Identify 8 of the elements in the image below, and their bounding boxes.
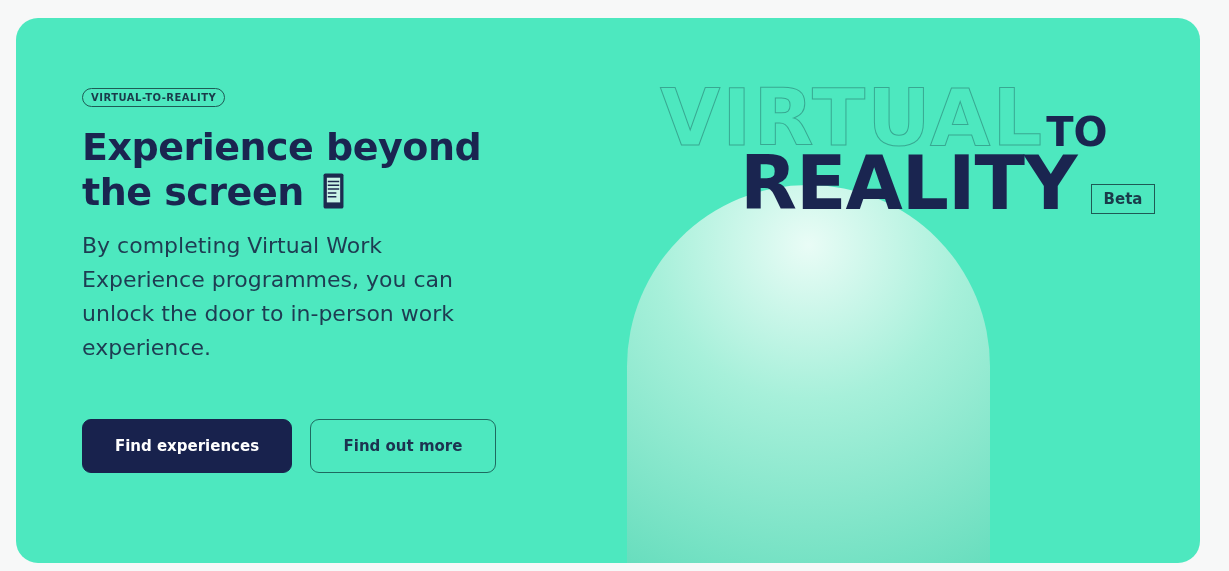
find-experiences-button[interactable]: Find experiences: [82, 419, 292, 473]
phone-icon: [322, 172, 346, 210]
heading-line: the screen: [82, 170, 304, 214]
logo-to-text: TO: [1046, 110, 1108, 154]
beta-badge: Beta: [1090, 184, 1156, 214]
heading-line: Experience beyond: [82, 125, 482, 169]
find-out-more-button[interactable]: Find out more: [310, 419, 496, 473]
hero-description: By completing Virtual Work Experience programmes, you can unlock the door to in-person work experience.: [82, 232, 456, 362]
